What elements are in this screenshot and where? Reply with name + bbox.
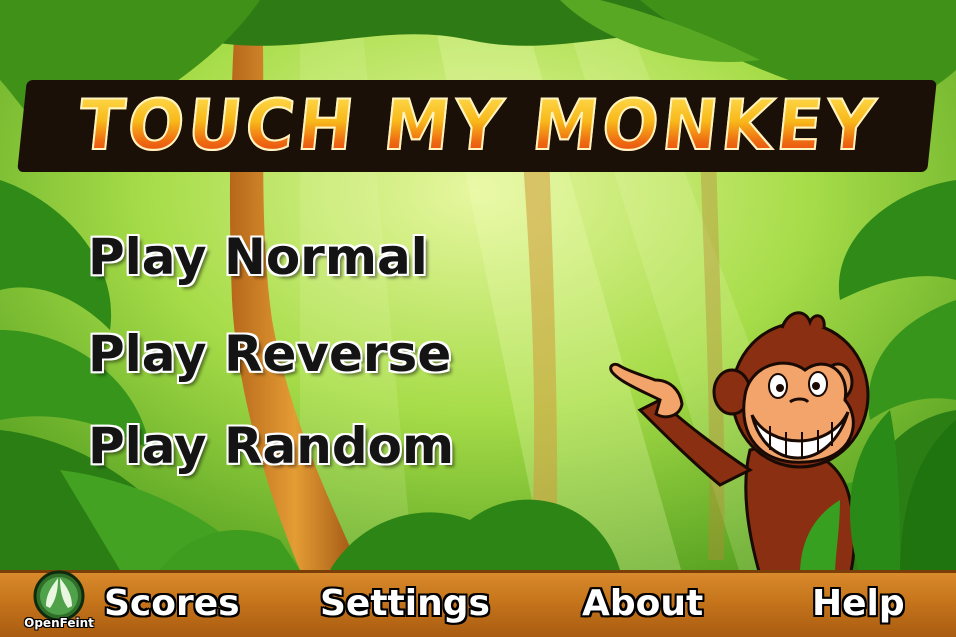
- openfeint-label: OpenFeint: [24, 616, 94, 630]
- about-button[interactable]: About: [582, 583, 703, 624]
- settings-button[interactable]: Settings: [320, 583, 490, 624]
- game-title: TOUCH MY MONKEY: [10, 72, 946, 178]
- monkey-mascot: [609, 311, 956, 575]
- bottom-toolbar: Scores Settings About Help: [0, 570, 956, 637]
- play-random-button[interactable]: Play Random: [88, 417, 454, 475]
- play-reverse-button[interactable]: Play Reverse: [88, 325, 451, 383]
- openfeint-logo-icon: [33, 570, 85, 622]
- game-title-text: TOUCH MY MONKEY: [73, 84, 882, 167]
- play-normal-button[interactable]: Play Normal: [88, 228, 428, 286]
- scores-button[interactable]: Scores: [104, 583, 240, 624]
- game-screen: TOUCH MY MONKEY Play Normal Play Reverse…: [0, 0, 956, 637]
- openfeint-button[interactable]: OpenFeint: [18, 566, 100, 637]
- help-button[interactable]: Help: [812, 583, 905, 624]
